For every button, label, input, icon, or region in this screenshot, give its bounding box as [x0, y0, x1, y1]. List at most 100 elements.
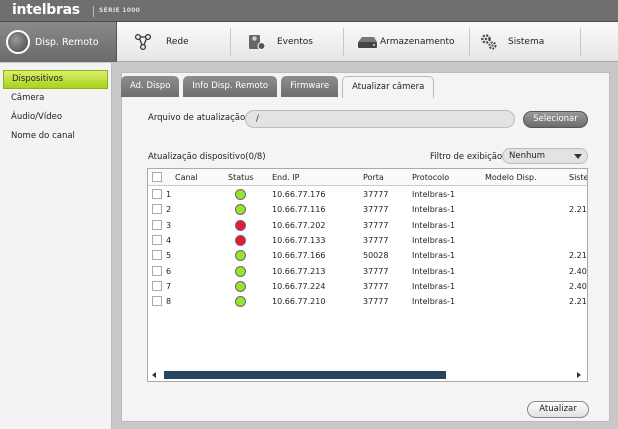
sidebar-item-dispositivos[interactable]: Dispositivos — [3, 70, 108, 89]
network-icon — [134, 33, 152, 51]
cell-canal: 7 — [166, 281, 172, 291]
cell-protocolo: Intelbras-1 — [412, 220, 456, 230]
nav-divider — [469, 28, 470, 56]
tab-info-disp-remoto[interactable]: Info Disp. Remoto — [183, 76, 278, 97]
nav-item-disp-remoto[interactable]: Disp. Remoto — [0, 22, 117, 62]
sidebar-item-camera[interactable]: Câmera — [3, 89, 108, 108]
chevron-down-icon — [574, 154, 582, 159]
col-header-protocolo: Protocolo — [412, 173, 450, 182]
cell-ip: 10.66.77.202 — [272, 220, 326, 230]
scroll-left-icon[interactable] — [152, 372, 156, 378]
row-checkbox[interactable] — [152, 189, 162, 199]
row-checkbox[interactable] — [152, 219, 162, 230]
cell-canal: 4 — [166, 235, 172, 245]
cell-ip: 10.66.77.133 — [272, 235, 326, 245]
nav-item-sistema[interactable]: Sistema — [480, 22, 544, 62]
row-checkbox[interactable] — [152, 204, 162, 215]
table-row[interactable]: 4 10.66.77.133 37777 Intelbras-1 — [148, 233, 587, 248]
cell-porta: 37777 — [363, 235, 389, 245]
cell-protocolo: Intelbras-1 — [412, 235, 456, 245]
status-online-icon — [235, 265, 246, 277]
col-header-ip: End. IP — [272, 173, 300, 182]
table-row[interactable]: 5 10.66.77.166 50028 Intelbras-1 2.21! — [148, 248, 588, 263]
scroll-thumb[interactable] — [164, 371, 446, 379]
nav-divider — [580, 28, 581, 56]
select-all-checkbox[interactable] — [152, 172, 162, 182]
cell-ip: 10.66.77.213 — [272, 266, 326, 276]
table-row[interactable]: 8 10.66.77.210 37777 Intelbras-1 2.21( — [148, 294, 588, 309]
tab-firmware[interactable]: Firmware — [281, 76, 339, 97]
status-online-icon — [235, 296, 246, 308]
sidebar-item-audio-video[interactable]: Áudio/Vídeo — [3, 108, 108, 127]
cell-sistema: 2.40( — [569, 281, 588, 291]
cell-protocolo: Intelbras-1 — [412, 190, 456, 199]
nav-label: Eventos — [277, 37, 313, 47]
table-row[interactable]: 1 10.66.77.176 37777 Intelbras-1 — [148, 187, 587, 202]
status-online-icon — [235, 250, 246, 262]
status-online-icon — [235, 280, 246, 292]
brand-separator — [93, 6, 94, 17]
cell-canal: 1 — [166, 190, 172, 199]
nav-item-armazenamento[interactable]: Armazenamento — [356, 22, 455, 62]
row-checkbox[interactable] — [152, 234, 162, 245]
series-label: SÉRIE 1000 — [99, 7, 141, 14]
device-table: Canal Status End. IP Porta Protocolo Mod… — [147, 168, 588, 382]
row-checkbox[interactable] — [152, 296, 162, 307]
main-nav: Disp. Remoto Rede Eventos Armazenamento — [0, 22, 618, 62]
cell-canal: 5 — [166, 251, 172, 261]
cell-porta: 37777 — [363, 266, 389, 276]
cell-ip: 10.66.77.166 — [272, 251, 326, 261]
cell-ip: 10.66.77.224 — [272, 281, 326, 291]
cell-sistema: 2.21! — [569, 251, 588, 261]
cell-canal: 6 — [166, 266, 172, 276]
file-path-input[interactable]: / — [245, 110, 515, 128]
cell-protocolo: Intelbras-1 — [412, 297, 456, 307]
col-header-canal: Canal — [175, 173, 198, 182]
cell-ip: 10.66.77.116 — [272, 205, 326, 215]
row-checkbox[interactable] — [152, 280, 162, 291]
cell-protocolo: Intelbras-1 — [412, 266, 456, 276]
cell-canal: 2 — [166, 205, 172, 215]
tab-atualizar-camera[interactable]: Atualizar câmera — [342, 76, 435, 98]
status-offline-icon — [235, 234, 246, 246]
tab-ad-dispo[interactable]: Ad. Dispo — [121, 76, 180, 97]
cell-canal: 3 — [166, 220, 172, 230]
cell-ip: 10.66.77.210 — [272, 297, 326, 307]
nav-label: Sistema — [508, 37, 545, 47]
cell-porta: 37777 — [363, 205, 389, 215]
status-online-icon — [235, 204, 246, 216]
table-row[interactable]: 7 10.66.77.224 37777 Intelbras-1 2.40( — [148, 279, 588, 294]
row-checkbox[interactable] — [152, 250, 162, 261]
row-checkbox[interactable] — [152, 265, 162, 276]
table-row[interactable]: 6 10.66.77.213 37777 Intelbras-1 2.40( — [148, 264, 588, 279]
col-header-porta: Porta — [363, 173, 384, 182]
cell-ip: 10.66.77.176 — [272, 190, 326, 199]
horizontal-scrollbar[interactable] — [148, 369, 587, 381]
cell-sistema: 2.21( — [569, 297, 588, 307]
filter-select[interactable]: Nenhum — [502, 148, 588, 164]
table-row[interactable]: 2 10.66.77.116 37777 Intelbras-1 2.21( — [148, 202, 587, 217]
intelbras-logo: intelbras — [12, 2, 80, 18]
cell-sistema: 2.40( — [569, 266, 588, 276]
sidebar-item-nome-do-canal[interactable]: Nome do canal — [3, 127, 108, 146]
cell-protocolo: Intelbras-1 — [412, 205, 456, 215]
nav-label: Disp. Remoto — [35, 36, 99, 48]
col-header-status: Status — [228, 173, 254, 182]
storage-icon — [358, 37, 377, 48]
nav-divider — [230, 28, 231, 56]
filter-label: Filtro de exibição — [430, 152, 503, 162]
table-row[interactable]: 3 10.66.77.202 37777 Intelbras-1 — [148, 218, 587, 233]
nav-item-eventos[interactable]: Eventos — [247, 22, 313, 62]
nav-item-rede[interactable]: Rede — [134, 22, 189, 62]
status-online-icon — [235, 189, 246, 200]
col-header-sistema: Siste — [569, 173, 588, 182]
filter-value: Nenhum — [509, 151, 546, 161]
system-gears-icon — [481, 34, 497, 50]
update-button[interactable]: Atualizar — [527, 401, 589, 418]
cell-porta: 37777 — [363, 220, 389, 230]
scroll-right-icon[interactable] — [577, 372, 581, 378]
cell-porta: 37777 — [363, 190, 389, 199]
nav-label: Armazenamento — [380, 37, 455, 47]
select-file-button[interactable]: Selecionar — [523, 111, 588, 128]
nav-divider — [343, 28, 344, 56]
